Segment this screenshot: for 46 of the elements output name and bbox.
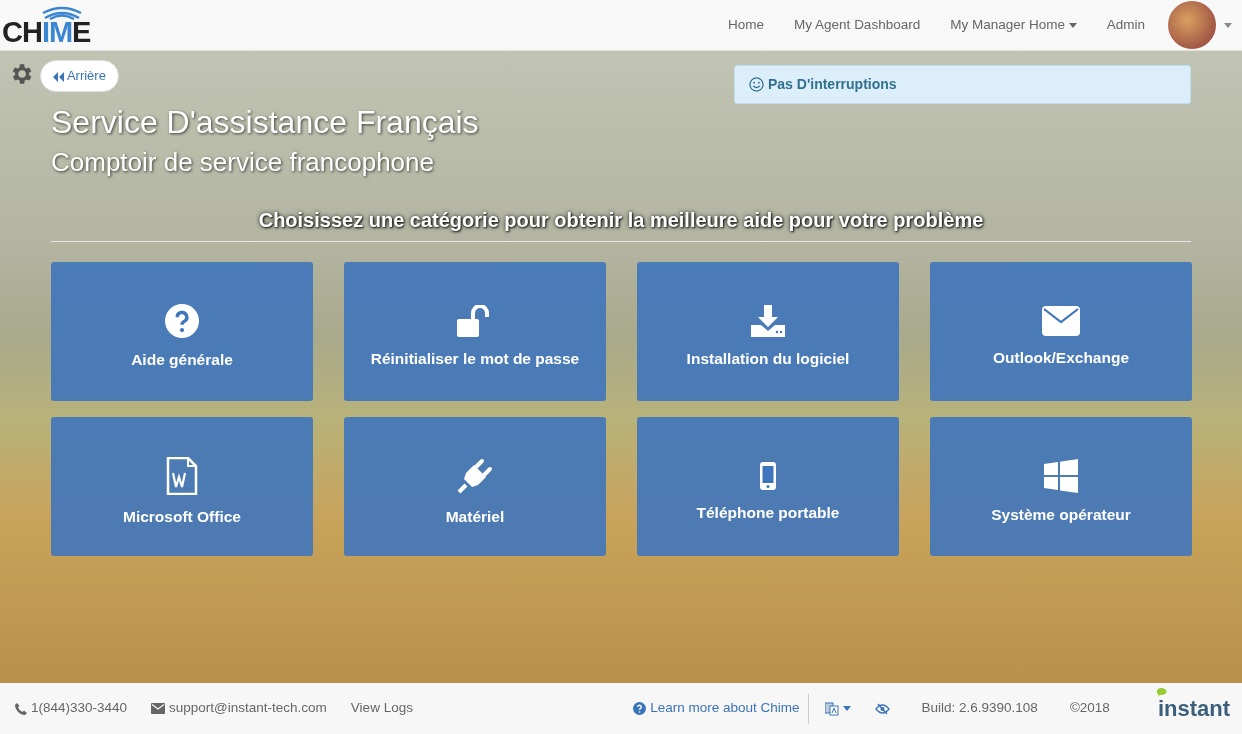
language-selector[interactable] bbox=[824, 701, 851, 716]
speech-bubble-icon bbox=[1156, 687, 1167, 697]
page-title: Service D'assistance Français bbox=[51, 103, 479, 142]
nav-link[interactable]: My Manager Home bbox=[935, 14, 1092, 36]
phone-icon bbox=[15, 702, 27, 715]
category-tile[interactable]: Matériel bbox=[344, 416, 606, 556]
logo[interactable]: CHIME bbox=[2, 3, 91, 47]
windows-logo-icon bbox=[1044, 459, 1078, 494]
category-tile[interactable]: Système opérateur bbox=[930, 416, 1192, 556]
category-tile[interactable]: Réinitialiser le mot de passe bbox=[344, 261, 606, 401]
avatar[interactable] bbox=[1168, 1, 1216, 49]
learn-more-link[interactable]: Learn more about Chime bbox=[633, 698, 800, 719]
category-tile[interactable]: Outlook/Exchange bbox=[930, 261, 1192, 401]
signal-arcs-icon bbox=[42, 5, 82, 20]
copyright: ©2018 bbox=[1069, 699, 1110, 718]
caret-icon bbox=[1068, 22, 1077, 28]
word-document-icon bbox=[166, 457, 198, 496]
phone-number: 1(844)330-3440 bbox=[15, 698, 128, 719]
nav-link[interactable]: Home bbox=[713, 14, 780, 36]
category-tile[interactable]: Microsoft Office bbox=[51, 416, 313, 556]
category-prompt: Choisissez une catégorie pour obtenir la meilleure aide pour votre problème bbox=[51, 204, 1191, 242]
page-subtitle: Comptoir de service francophone bbox=[51, 147, 434, 179]
plug-icon bbox=[456, 457, 494, 496]
email-link[interactable]: support@instant-tech.com bbox=[151, 698, 327, 719]
nav-link[interactable]: Admin bbox=[1091, 14, 1160, 36]
build-version: Build: 2.6.9390.108 bbox=[921, 699, 1038, 718]
envelope-icon bbox=[151, 703, 166, 714]
nav-link[interactable]: My Agent Dashboard bbox=[779, 14, 936, 36]
back-button[interactable]: Arrière bbox=[40, 60, 119, 92]
caret-icon bbox=[842, 706, 851, 711]
alert-text: Pas D'interruptions bbox=[768, 75, 897, 94]
translate-icon bbox=[824, 701, 839, 716]
hidden-eye-icon[interactable] bbox=[874, 702, 890, 715]
double-left-arrow-icon bbox=[53, 71, 64, 82]
mobile-phone-icon bbox=[759, 461, 777, 492]
envelope-icon bbox=[1042, 306, 1080, 337]
category-tile[interactable]: Téléphone portable bbox=[637, 416, 899, 556]
question-circle-icon bbox=[633, 702, 647, 715]
brand-logo: instant bbox=[1157, 697, 1230, 720]
caret-icon bbox=[1224, 23, 1232, 29]
smiley-icon bbox=[749, 77, 764, 92]
view-logs-link[interactable]: View Logs bbox=[350, 698, 413, 719]
category-tile[interactable]: Installation du logiciel bbox=[637, 261, 899, 401]
category-tile[interactable]: Aide générale bbox=[51, 261, 313, 401]
download-icon bbox=[751, 305, 785, 338]
question-circle-icon bbox=[165, 304, 199, 339]
